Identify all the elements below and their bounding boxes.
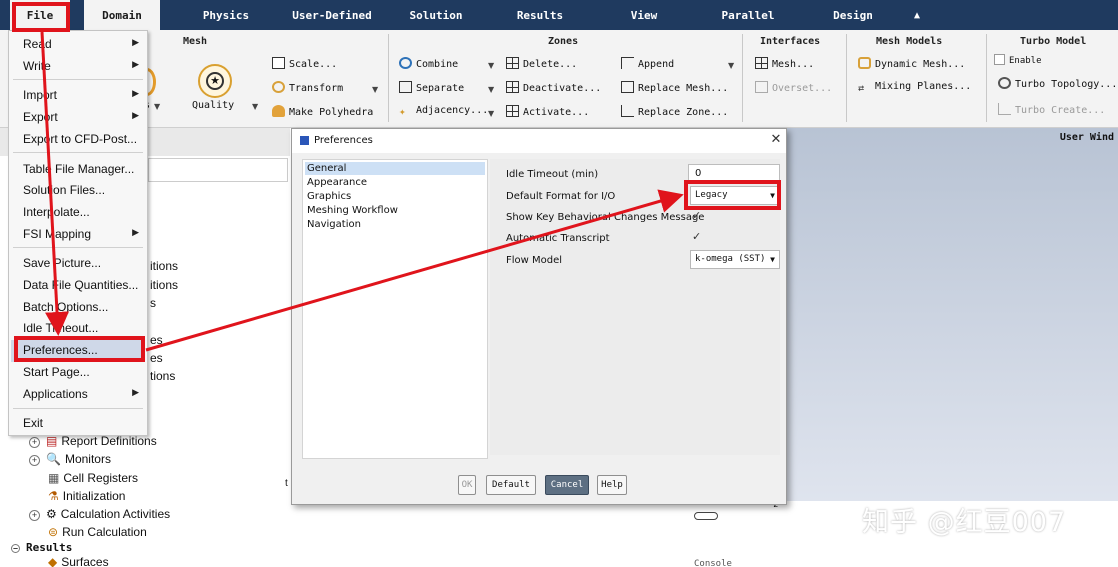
arrow-preferences-to-io-format [145,189,684,352]
arrow-file-to-preferences [40,31,70,336]
annotation-arrows [40,31,684,352]
watermark: 知乎 @红豆007 [862,507,1067,538]
